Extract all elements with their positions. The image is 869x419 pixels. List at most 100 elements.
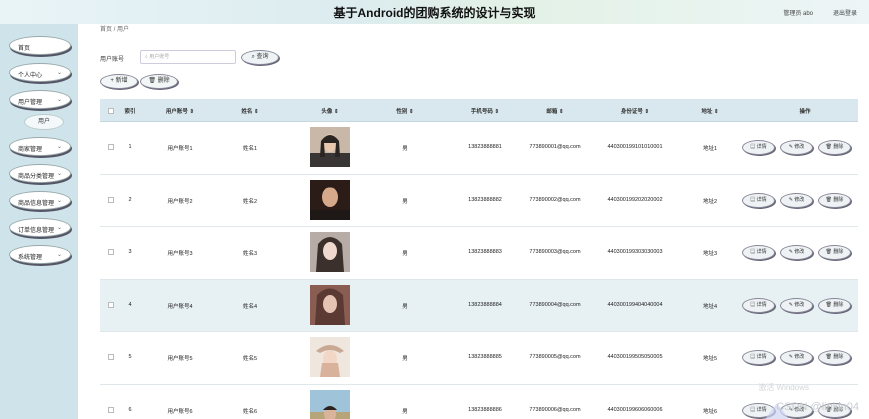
- sidebar: 首页 个人中心 ⌄ 用户管理 ⌄ 用户 商家管理 ⌄ 商品分类管理 ⌄ 商品信息…: [0, 24, 78, 419]
- table-row[interactable]: 1 用户账号1 姓名1 男 13823888881 773890001@qq.c…: [100, 122, 858, 175]
- cell-gender: 男: [402, 251, 408, 257]
- cell-phone: 13823888882: [468, 196, 502, 203]
- col-name[interactable]: 姓名 ⇕: [220, 107, 280, 115]
- table-row[interactable]: 2 用户账号2 姓名2 男 13823888882 773890002@qq.c…: [100, 174, 858, 227]
- query-button[interactable]: ⌕ 查询: [241, 50, 279, 65]
- row-checkbox[interactable]: [108, 144, 114, 150]
- detail-button[interactable]: ▤ 详情: [742, 297, 775, 313]
- bulk-delete-button[interactable]: 🗑 删除: [140, 74, 178, 89]
- chevron-down-icon: ⌄: [56, 252, 62, 258]
- sidebar-item-label: 商品分类管理: [18, 174, 55, 180]
- cell-email: 773890003@qq.com: [529, 249, 581, 255]
- cell-phone: 13823888885: [468, 354, 502, 360]
- main-content: 首页 / 用户 用户账号 ⌕ 用户账号 ⌕ 查询 + 新增 🗑 删除 索引 用户…: [88, 24, 858, 419]
- detail-button[interactable]: ▤ 详情: [742, 192, 775, 208]
- cell-email: 773890006@qq.com: [529, 406, 581, 413]
- cell-id-card: 440300199404040004: [607, 301, 663, 308]
- chevron-down-icon: ⌄: [56, 70, 62, 76]
- row-checkbox[interactable]: [108, 249, 114, 255]
- col-index: 索引: [124, 109, 136, 115]
- sidebar-item-profile[interactable]: 个人中心 ⌄: [9, 63, 71, 82]
- chevron-down-icon: ⌄: [56, 97, 62, 103]
- logout-link[interactable]: 退出登录: [833, 8, 857, 17]
- cell-phone: 13823888881: [468, 144, 502, 150]
- cell-gender: 男: [402, 198, 408, 205]
- delete-button[interactable]: 🗑 删除: [818, 140, 851, 155]
- table-row[interactable]: 3 用户账号3 姓名3 男 13823888883 773890003@qq.c…: [100, 227, 858, 280]
- table-row[interactable]: 5 用户账号5 姓名5 男 13823888885 773890005@qq.c…: [100, 332, 858, 385]
- row-checkbox[interactable]: [108, 354, 114, 360]
- search-input[interactable]: ⌕ 用户账号: [140, 50, 236, 64]
- cell-name: 姓名6: [242, 408, 258, 415]
- cell-address: 地址1: [702, 146, 718, 152]
- add-button[interactable]: + 新增: [100, 74, 138, 89]
- detail-button[interactable]: ▤ 详情: [742, 245, 775, 260]
- col-phone[interactable]: 手机号码 ⇕: [450, 107, 520, 115]
- delete-button[interactable]: 🗑 删除: [818, 245, 851, 260]
- cell-email: 773890004@qq.com: [529, 301, 581, 308]
- sidebar-subitem-user[interactable]: 用户: [24, 114, 64, 130]
- table-row[interactable]: 6 用户账号6 姓名6 男 13823888886 773890006@qq.c…: [100, 384, 858, 419]
- detail-button[interactable]: ▤ 详情: [742, 350, 775, 365]
- sidebar-item-product-management[interactable]: 商品信息管理 ⌄: [9, 191, 71, 210]
- col-id-card[interactable]: 身份证号 ⇕: [595, 107, 675, 115]
- cell-address: 地址3: [702, 251, 718, 257]
- breadcrumb: 首页 / 用户: [100, 27, 130, 33]
- cell-index: 6: [128, 406, 132, 413]
- cell-account: 用户账号4: [167, 303, 193, 310]
- table-row[interactable]: 4 用户账号4 姓名4 男 13823888884 773890004@qq.c…: [100, 279, 858, 332]
- cell-account: 用户账号3: [167, 251, 193, 257]
- sidebar-item-category-management[interactable]: 商品分类管理 ⌄: [9, 164, 71, 183]
- cell-id-card: 440300199606060006: [607, 406, 663, 413]
- cell-index: 1: [128, 144, 132, 150]
- page-title: 基于Android的团购系统的设计与实现: [333, 6, 536, 20]
- cell-id-card: 440300199101010001: [607, 144, 663, 150]
- cell-account: 用户账号1: [167, 146, 193, 152]
- cell-index: 4: [128, 301, 132, 308]
- edit-button[interactable]: ✎ 修改: [780, 245, 813, 260]
- chevron-down-icon: ⌄: [56, 198, 62, 204]
- edit-button[interactable]: ✎ 修改: [780, 192, 813, 208]
- sidebar-item-label: 商品信息管理: [18, 201, 55, 207]
- col-avatar[interactable]: 头像 ⇕: [300, 107, 360, 115]
- cell-id-card: 440300199202020002: [607, 196, 663, 203]
- sidebar-item-system-management[interactable]: 系统管理 ⌄: [9, 245, 71, 264]
- cell-gender: 男: [402, 303, 408, 310]
- sidebar-item-user-management[interactable]: 用户管理 ⌄: [9, 90, 71, 109]
- cell-account: 用户账号2: [167, 198, 193, 205]
- detail-button[interactable]: ▤ 详情: [742, 140, 775, 155]
- sidebar-item-merchant-management[interactable]: 商家管理 ⌄: [9, 137, 71, 156]
- user-table: 索引 用户账号 ⇕ 姓名 ⇕ 头像 ⇕ 性别 ⇕ 手机号码 ⇕ 邮箱 ⇕ 身份证…: [100, 99, 858, 419]
- cell-email: 773890002@qq.com: [529, 196, 581, 203]
- cell-phone: 13823888886: [468, 406, 502, 413]
- col-account[interactable]: 用户账号 ⇕: [150, 107, 210, 115]
- sidebar-item-label: 首页: [18, 46, 31, 52]
- delete-button[interactable]: 🗑 删除: [818, 350, 851, 365]
- row-checkbox[interactable]: [108, 196, 114, 203]
- delete-button[interactable]: 🗑 删除: [818, 297, 851, 313]
- col-email[interactable]: 邮箱 ⇕: [520, 107, 590, 115]
- row-checkbox[interactable]: [108, 301, 114, 308]
- cell-name: 姓名4: [242, 303, 258, 310]
- cell-email: 773890001@qq.com: [529, 144, 581, 150]
- cell-id-card: 440300199505050005: [607, 354, 663, 360]
- top-header-bar: 基于Android的团购系统的设计与实现 管理员 abo 退出登录: [0, 0, 869, 24]
- cell-index: 5: [128, 354, 132, 360]
- avatar: [310, 284, 350, 325]
- sidebar-item-order-management[interactable]: 订单信息管理 ⌄: [9, 218, 71, 237]
- col-address[interactable]: 地址 ⇕: [680, 107, 740, 115]
- cell-address: 地址5: [702, 356, 718, 362]
- row-checkbox[interactable]: [108, 406, 114, 413]
- edit-button[interactable]: ✎ 修改: [780, 140, 813, 155]
- activation-watermark: 激活 Windows: [758, 383, 809, 392]
- edit-button[interactable]: ✎ 修改: [780, 350, 813, 365]
- edit-button[interactable]: ✎ 修改: [780, 297, 813, 313]
- chevron-down-icon: ⌄: [56, 144, 62, 150]
- chevron-down-icon: ⌄: [56, 171, 62, 177]
- delete-button[interactable]: 🗑 删除: [818, 192, 851, 208]
- sidebar-item-home[interactable]: 首页: [9, 36, 71, 55]
- col-gender[interactable]: 性别 ⇕: [380, 107, 430, 115]
- select-all-checkbox[interactable]: [108, 108, 114, 114]
- cell-name: 姓名2: [242, 198, 258, 205]
- cell-address: 地址4: [702, 303, 718, 310]
